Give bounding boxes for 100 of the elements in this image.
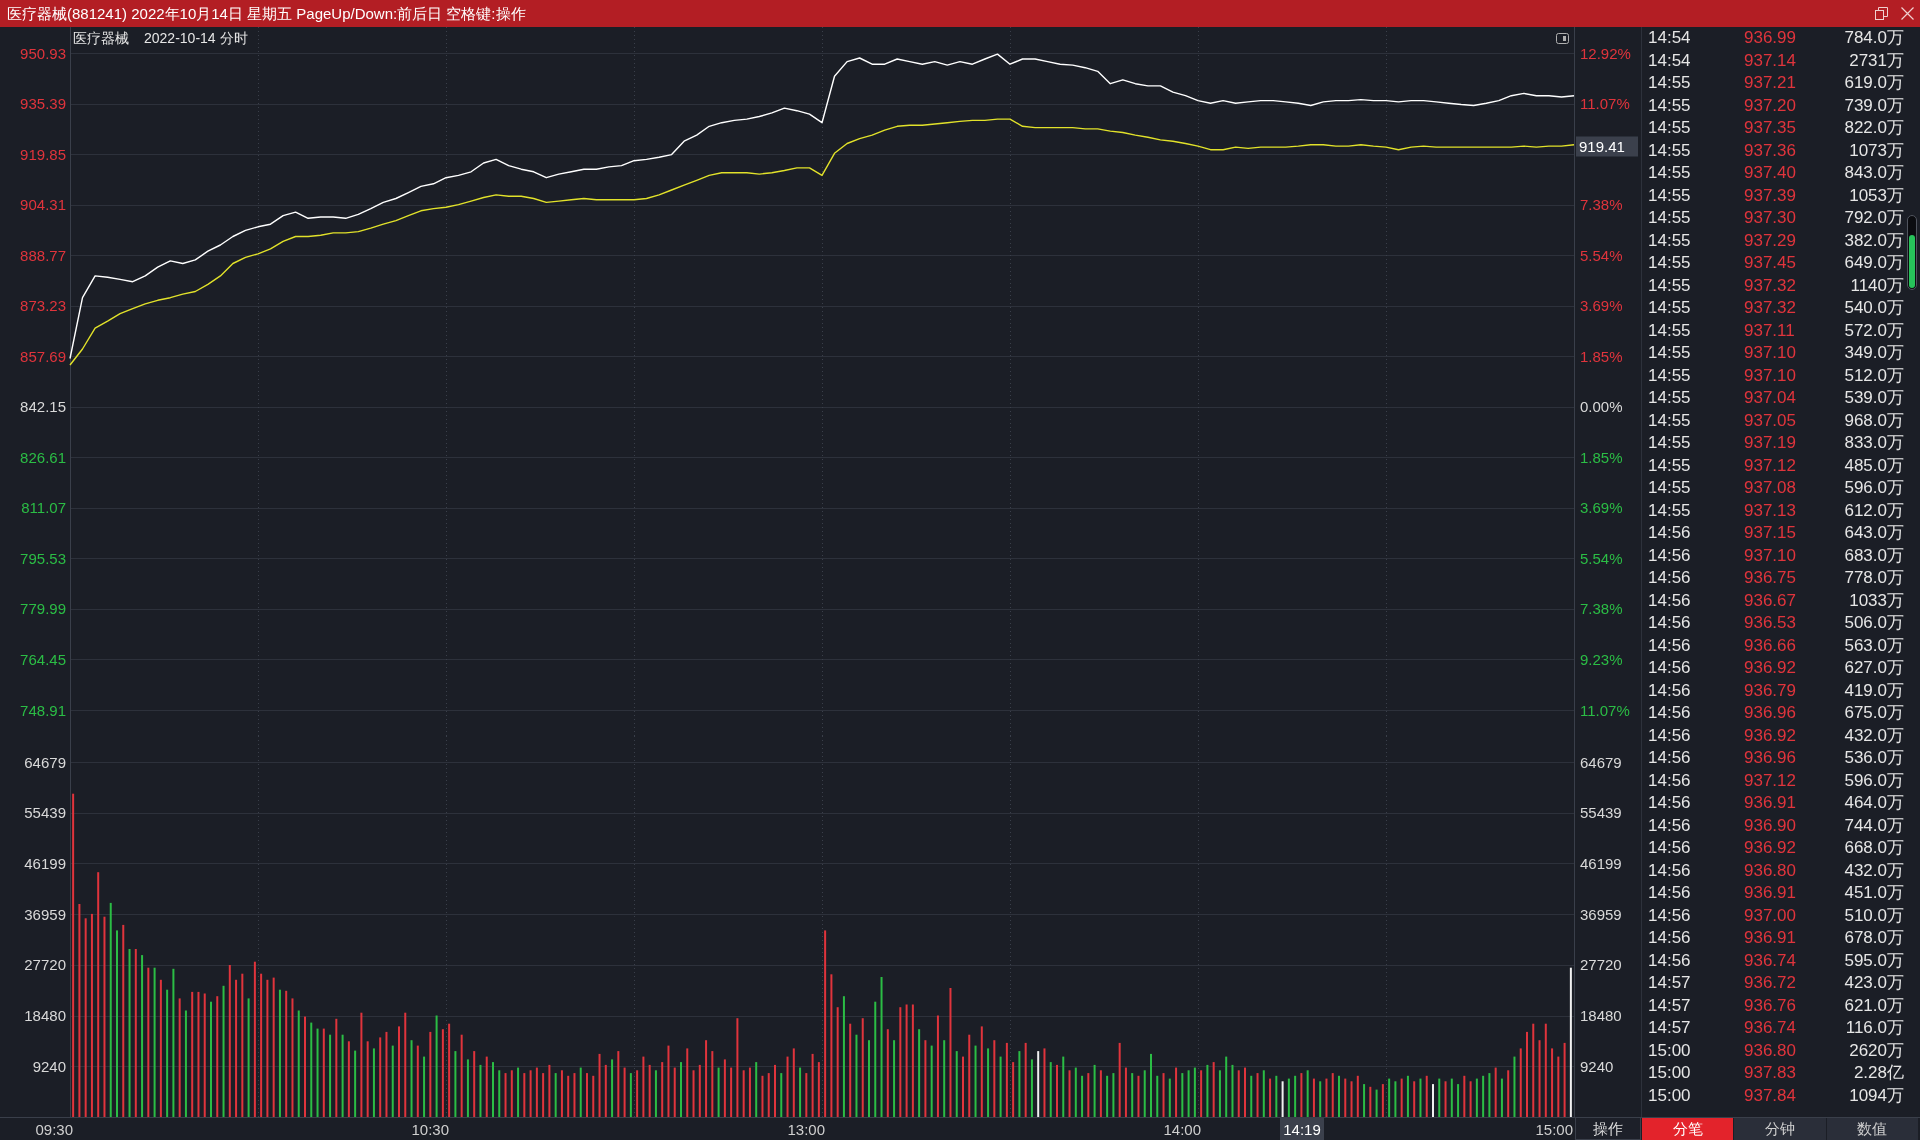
trade-time: 14:56	[1648, 747, 1692, 769]
change-axis-label: 0.00%	[1580, 398, 1623, 416]
change-axis-label: 12.92%	[1580, 44, 1631, 62]
trade-time: 14:55	[1648, 162, 1692, 184]
trade-time: 14:56	[1648, 679, 1692, 702]
trade-price: 937.05	[1744, 409, 1797, 432]
trade-time: 14:56	[1648, 544, 1692, 567]
trade-price: 936.96	[1744, 747, 1797, 769]
price-axis-label: 764.45	[20, 650, 66, 668]
window-title: 医疗器械(881241) 2022年10月14日 星期五 PageUp/Down:前后日 空格键:操作	[6, 4, 527, 24]
change-axis-label: 9.23%	[1580, 650, 1623, 668]
trade-volume: 1033万	[1848, 589, 1904, 612]
trade-time: 14:57	[1648, 972, 1692, 994]
action-button[interactable]: 操作	[1575, 1118, 1641, 1140]
trade-time: 14:56	[1648, 657, 1692, 679]
trade-time: 14:55	[1648, 139, 1692, 162]
trade-volume: 572.0万	[1843, 319, 1904, 342]
trade-volume: 451.0万	[1843, 882, 1904, 904]
change-axis-label: 3.69%	[1580, 297, 1623, 315]
volume-axis-label: 27720	[24, 956, 66, 974]
chart-subtitle: 2022-10-14 分时	[144, 30, 248, 46]
trade-volume: 485.0万	[1843, 454, 1904, 477]
change-axis-label: 1.85%	[1580, 347, 1623, 365]
scroll-thumb[interactable]	[1909, 235, 1915, 288]
trade-price: 937.32	[1744, 274, 1797, 297]
price-axis-label: 748.91	[20, 701, 66, 719]
trade-time: 14:55	[1648, 432, 1692, 454]
close-icon[interactable]	[1901, 7, 1914, 20]
trade-volume: 822.0万	[1843, 117, 1904, 139]
volume-axis-label: 64679	[1580, 753, 1622, 771]
trade-time: 14:55	[1648, 72, 1692, 94]
trade-volume: 643.0万	[1843, 522, 1904, 544]
trade-volume: 744.0万	[1843, 814, 1904, 837]
restore-icon[interactable]	[1875, 7, 1888, 20]
trade-price: 936.99	[1744, 27, 1797, 49]
change-axis-label: 7.38%	[1580, 196, 1623, 214]
scroll-track[interactable]	[1907, 215, 1917, 290]
volume-axis-label: 18480	[24, 1007, 66, 1025]
trade-time: 14:54	[1648, 27, 1692, 49]
trade-time: 14:57	[1648, 994, 1692, 1017]
trade-volume: 784.0万	[1843, 27, 1904, 49]
trade-price: 936.92	[1744, 837, 1797, 859]
volume-axis-label: 18480	[1580, 1007, 1622, 1025]
trade-time: 14:55	[1648, 207, 1692, 229]
volume-axis-label: 36959	[24, 905, 66, 923]
trade-price: 936.91	[1744, 882, 1797, 904]
trade-price: 937.20	[1744, 94, 1797, 117]
trade-time: 14:55	[1648, 364, 1692, 387]
volume-axis-label: 46199	[24, 854, 66, 872]
time-axis-label: 10:30	[411, 1120, 449, 1138]
price-axis-label: 842.15	[20, 398, 66, 416]
trade-price: 936.80	[1744, 859, 1797, 882]
volume-axis-label: 36959	[1580, 905, 1622, 923]
trade-volume: 419.0万	[1843, 679, 1904, 702]
trade-volume: 512.0万	[1843, 364, 1904, 387]
price-axis-label: 857.69	[20, 347, 66, 365]
price-axis-label: 779.99	[20, 600, 66, 618]
trade-price: 937.35	[1744, 117, 1797, 139]
trade-time: 14:56	[1648, 769, 1692, 792]
trade-time: 14:55	[1648, 477, 1692, 499]
trade-time: 14:55	[1648, 387, 1692, 409]
trade-time: 14:56	[1648, 724, 1692, 747]
trade-time: 14:55	[1648, 319, 1692, 342]
trade-price: 936.53	[1744, 612, 1797, 634]
chart-title: 医疗器械	[73, 30, 129, 46]
trade-volume: 668.0万	[1843, 837, 1904, 859]
view-tab[interactable]: 分笔	[1641, 1118, 1734, 1140]
view-tab[interactable]: 分钟	[1733, 1118, 1826, 1140]
trade-volume: 678.0万	[1843, 927, 1904, 949]
trade-volume: 627.0万	[1843, 657, 1904, 679]
time-axis-label: 13:00	[787, 1120, 825, 1138]
trade-price: 937.40	[1744, 162, 1797, 184]
trade-time: 14:55	[1648, 117, 1692, 139]
trade-volume: 539.0万	[1843, 387, 1904, 409]
trade-price: 937.29	[1744, 229, 1797, 252]
trade-price: 936.92	[1744, 724, 1797, 747]
trade-volume: 506.0万	[1843, 612, 1904, 634]
change-axis-label: 11.07%	[1580, 701, 1630, 719]
change-axis-label: 5.54%	[1580, 246, 1623, 264]
trade-price: 936.79	[1744, 679, 1797, 702]
time-axis-label: 15:00	[1535, 1120, 1573, 1138]
trade-time: 14:56	[1648, 949, 1692, 972]
trade-price: 937.00	[1744, 904, 1797, 927]
trade-volume: 1053万	[1848, 184, 1904, 207]
trade-volume: 116.0万	[1844, 1017, 1904, 1039]
trade-time: 14:56	[1648, 634, 1692, 657]
trade-price: 937.15	[1744, 522, 1797, 544]
trade-volume: 2731万	[1848, 49, 1904, 72]
trade-price: 936.92	[1744, 657, 1797, 679]
time-axis-label: 09:30	[35, 1120, 73, 1138]
trade-price: 937.11	[1744, 319, 1796, 342]
trade-volume: 349.0万	[1843, 342, 1904, 364]
cursor-time-tag: 14:19	[1280, 1118, 1324, 1140]
change-axis-label: 5.54%	[1580, 549, 1623, 567]
trade-time: 14:57	[1648, 1017, 1692, 1039]
trade-price: 936.67	[1744, 589, 1797, 612]
trade-volume: 423.0万	[1843, 972, 1904, 994]
panel-icon[interactable]	[1556, 33, 1569, 44]
view-tab[interactable]: 数值	[1825, 1118, 1918, 1140]
trade-volume: 382.0万	[1843, 229, 1904, 252]
